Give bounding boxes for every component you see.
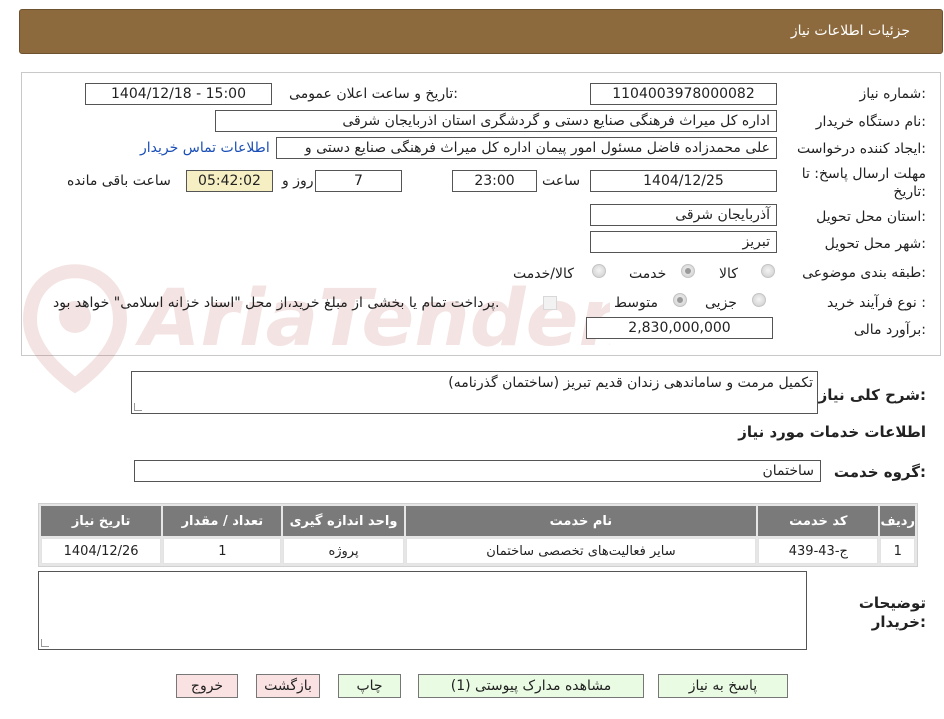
remaining-time-field: 05:42:02 bbox=[186, 170, 273, 192]
cell-name: سایر فعالیت‌های تخصصی ساختمان bbox=[405, 538, 757, 564]
col-name: نام خدمت bbox=[405, 506, 757, 536]
city-label: شهر محل تحویل: bbox=[824, 236, 926, 252]
reply-button[interactable]: پاسخ به نیاز bbox=[658, 674, 788, 698]
cell-qty: 1 bbox=[163, 538, 282, 564]
summary-label: شرح کلی نیاز: bbox=[818, 386, 926, 404]
category-label: طبقه بندی موضوعی: bbox=[802, 265, 926, 281]
treasury-payment-checkbox[interactable] bbox=[543, 296, 557, 310]
announce-label: تاریخ و ساعت اعلان عمومی: bbox=[289, 86, 458, 102]
category-radio-goods-service[interactable] bbox=[592, 264, 606, 278]
resize-grip-icon[interactable] bbox=[134, 403, 142, 411]
category-radio-service[interactable] bbox=[681, 264, 695, 278]
deadline-time-field: 23:00 bbox=[452, 170, 537, 192]
buyer-org-label: نام دستگاه خریدار: bbox=[815, 114, 926, 130]
buyer-notes-label-2: خریدار: bbox=[871, 613, 926, 631]
process-option-medium: متوسط bbox=[614, 295, 658, 311]
need-number-field: 1104003978000082 bbox=[590, 83, 777, 105]
summary-text: تکمیل مرمت و ساماندهی زندان قدیم تبریز (… bbox=[448, 375, 813, 391]
province-field: آذربایجان شرقی bbox=[590, 204, 777, 226]
col-unit: واحد اندازه گیری bbox=[283, 506, 404, 536]
service-group-field: ساختمان bbox=[134, 460, 821, 482]
page-header: جزئیات اطلاعات نیاز bbox=[19, 9, 943, 54]
treasury-payment-note: پرداخت تمام یا بخشی از مبلغ خرید،از محل … bbox=[53, 295, 500, 311]
budget-field: 2,830,000,000 bbox=[586, 317, 773, 339]
col-qty: تعداد / مقدار bbox=[163, 506, 282, 536]
process-option-minor: جزیی bbox=[705, 295, 737, 311]
deadline-label: مهلت ارسال پاسخ: تا bbox=[801, 166, 926, 182]
buyer-contact-link[interactable]: اطلاعات تماس خریدار bbox=[140, 140, 270, 156]
deadline-date-field: 1404/12/25 bbox=[590, 170, 777, 192]
buyer-org-field: اداره کل میراث فرهنگی صنایع دستی و گردشگ… bbox=[215, 110, 777, 132]
col-date: تاریخ نیاز bbox=[41, 506, 162, 536]
category-option-goods-service: کالا/خدمت bbox=[513, 266, 574, 282]
process-radio-medium[interactable] bbox=[673, 293, 687, 307]
deadline-label-2: تاریخ: bbox=[893, 184, 926, 200]
category-option-goods: کالا bbox=[719, 266, 738, 282]
cell-unit: پروژه bbox=[283, 538, 404, 564]
province-label: استان محل تحویل: bbox=[816, 209, 926, 225]
cell-code: ج-43-439 bbox=[758, 538, 879, 564]
category-radio-goods[interactable] bbox=[761, 264, 775, 278]
category-option-service: خدمت bbox=[629, 266, 667, 282]
page-title: جزئیات اطلاعات نیاز bbox=[790, 23, 910, 39]
col-code: کد خدمت bbox=[758, 506, 879, 536]
requester-field: علی محمدزاده فاضل مسئول امور پیمان اداره… bbox=[276, 137, 777, 159]
services-section-title: اطلاعات خدمات مورد نیاز bbox=[738, 423, 926, 441]
print-button[interactable]: چاپ bbox=[338, 674, 401, 698]
services-table: ردیف کد خدمت نام خدمت واحد اندازه گیری ت… bbox=[38, 503, 918, 567]
announce-field: 1404/12/18 - 15:00 bbox=[85, 83, 272, 105]
service-group-label: گروه خدمت: bbox=[833, 463, 926, 481]
budget-label: برآورد مالی: bbox=[853, 322, 926, 338]
buyer-notes-label: توضیحات bbox=[858, 594, 926, 612]
buyer-notes-textarea[interactable] bbox=[38, 571, 807, 650]
attachments-button[interactable]: مشاهده مدارک پیوستی (1) bbox=[418, 674, 644, 698]
col-index: ردیف bbox=[880, 506, 915, 536]
exit-button[interactable]: خروج bbox=[176, 674, 238, 698]
need-number-label: شماره نیاز: bbox=[859, 86, 926, 102]
process-radio-minor[interactable] bbox=[752, 293, 766, 307]
cell-date: 1404/12/26 bbox=[41, 538, 162, 564]
process-label: نوع فرآیند خرید : bbox=[827, 295, 926, 311]
table-row: 1 ج-43-439 سایر فعالیت‌های تخصصی ساختمان… bbox=[41, 538, 915, 564]
cell-index: 1 bbox=[880, 538, 915, 564]
days-field: 7 bbox=[315, 170, 402, 192]
remaining-label: ساعت باقی مانده bbox=[67, 173, 171, 189]
back-button[interactable]: بازگشت bbox=[256, 674, 320, 698]
hour-label: ساعت bbox=[542, 173, 581, 189]
city-field: تبریز bbox=[590, 231, 777, 253]
table-header-row: ردیف کد خدمت نام خدمت واحد اندازه گیری ت… bbox=[41, 506, 915, 536]
requester-label: ایجاد کننده درخواست: bbox=[797, 141, 926, 157]
summary-textarea[interactable]: تکمیل مرمت و ساماندهی زندان قدیم تبریز (… bbox=[131, 371, 818, 414]
resize-grip-icon[interactable] bbox=[41, 639, 49, 647]
days-label: روز و bbox=[282, 173, 314, 189]
